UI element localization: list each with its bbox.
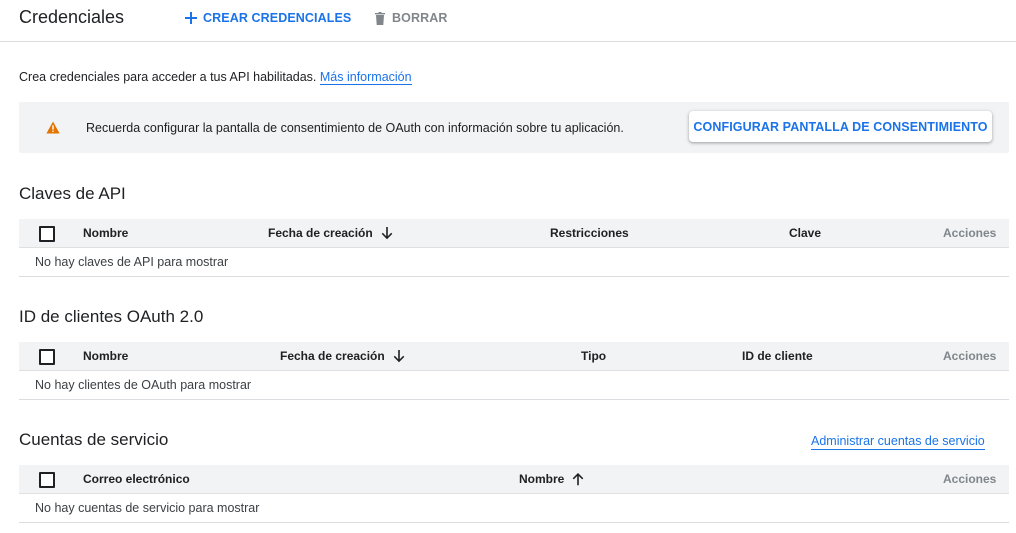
select-all-checkbox[interactable]: [39, 349, 55, 365]
empty-message: No hay cuentas de servicio para mostrar: [35, 501, 260, 515]
column-header-actions: Acciones: [943, 472, 997, 486]
trash-icon: [375, 11, 385, 25]
configure-consent-screen-button[interactable]: CONFIGURAR PANTALLA DE CONSENTIMIENTO: [689, 111, 992, 142]
warning-icon: [46, 121, 60, 134]
service-accounts-table-header: Correo electrónico Nombre Acciones: [19, 465, 1009, 494]
delete-label: BORRAR: [392, 11, 448, 25]
select-all-checkbox[interactable]: [39, 472, 55, 488]
api-keys-table-header: Nombre Fecha de creación Restricciones C…: [19, 219, 1009, 248]
column-header[interactable]: Clave: [789, 219, 821, 247]
oauth-clients-title: ID de clientes OAuth 2.0: [19, 307, 204, 326]
empty-row: No hay cuentas de servicio para mostrar: [19, 494, 1009, 523]
column-header[interactable]: ID de cliente: [742, 342, 813, 370]
more-info-link[interactable]: Más información: [319, 70, 412, 85]
banner-message: Recuerda configurar la pantalla de conse…: [86, 121, 624, 135]
column-header[interactable]: Correo electrónico: [83, 465, 190, 493]
column-header[interactable]: Tipo: [581, 342, 606, 370]
column-header-created[interactable]: Fecha de creación: [280, 342, 405, 370]
empty-row: No hay claves de API para mostrar: [19, 248, 1009, 277]
arrow-up-icon[interactable]: [572, 472, 584, 486]
column-header-name[interactable]: Nombre: [519, 465, 584, 493]
arrow-down-icon[interactable]: [381, 226, 393, 240]
intro-description: Crea credenciales para acceder a tus API…: [19, 70, 317, 84]
column-header[interactable]: Restricciones: [550, 219, 629, 247]
page-header: Credenciales CREAR CREDENCIALES BORRAR: [0, 0, 1016, 42]
page-title: Credenciales: [19, 7, 125, 27]
column-header[interactable]: Nombre: [83, 219, 128, 247]
create-credentials-button[interactable]: CREAR CREDENCIALES: [184, 8, 351, 28]
select-all-checkbox[interactable]: [39, 226, 55, 242]
plus-icon: [185, 12, 197, 24]
manage-service-accounts-link[interactable]: Administrar cuentas de servicio: [811, 433, 985, 450]
service-accounts-title: Cuentas de servicio: [19, 430, 169, 449]
empty-message: No hay clientes de OAuth para mostrar: [35, 378, 252, 392]
intro-text: Crea credenciales para acceder a tus API…: [19, 69, 412, 85]
consent-warning-banner: Recuerda configurar la pantalla de conse…: [19, 102, 1009, 153]
empty-message: No hay claves de API para mostrar: [35, 255, 229, 269]
empty-row: No hay clientes de OAuth para mostrar: [19, 371, 1009, 400]
arrow-down-icon[interactable]: [393, 349, 405, 363]
column-header-actions: Acciones: [943, 226, 997, 240]
oauth-table-header: Nombre Fecha de creación Tipo ID de clie…: [19, 342, 1009, 371]
column-header[interactable]: Nombre: [83, 342, 128, 370]
create-credentials-label: CREAR CREDENCIALES: [203, 11, 352, 25]
column-header-actions: Acciones: [943, 349, 997, 363]
delete-button[interactable]: BORRAR: [373, 8, 447, 28]
column-header-created[interactable]: Fecha de creación: [268, 219, 393, 247]
api-keys-title: Claves de API: [19, 184, 126, 203]
credentials-page: Credenciales CREAR CREDENCIALES BORRAR C…: [0, 0, 1016, 533]
